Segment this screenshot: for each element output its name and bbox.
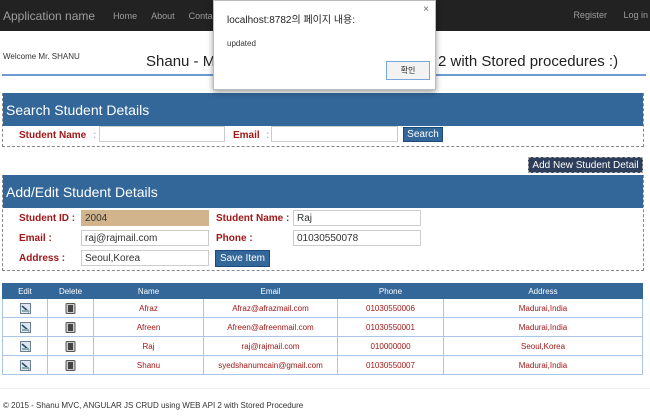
footer-divider <box>0 388 650 389</box>
student-id-label: Student ID : <box>19 213 76 224</box>
colon: : <box>93 130 97 141</box>
footer-text: © 2015 - Shanu MVC, ANGULAR JS CRUD usin… <box>3 401 304 410</box>
phone-label: Phone : <box>216 233 253 244</box>
search-name-label: Student Name <box>19 130 87 141</box>
email-cell: Afraz@afrazmail.com <box>203 298 338 318</box>
search-email-input[interactable] <box>271 126 398 142</box>
nav-about[interactable]: About <box>151 11 175 21</box>
name-cell: Shanu <box>93 355 204 375</box>
edit-cell <box>2 336 48 356</box>
email-input[interactable] <box>81 230 209 246</box>
add-new-student-button[interactable]: Add New Student Detail <box>528 157 643 173</box>
table-row: Shanu syedshanumcain@gmail.com 010305500… <box>2 355 643 375</box>
dialog-ok-button[interactable]: 확인 <box>386 61 430 80</box>
table-row: Raj raj@rajmail.com 010000000 Seoul,Kore… <box>2 336 643 356</box>
email-cell: Afreen@afreenmail.com <box>203 317 338 337</box>
email-cell: syedshanumcain@gmail.com <box>203 355 338 375</box>
address-cell: Seoul,Korea <box>443 336 643 356</box>
phone-cell: 01030550007 <box>337 355 444 375</box>
edit-icon[interactable] <box>19 302 31 314</box>
table-row: Afreen Afreen@afreenmail.com 01030550001… <box>2 317 643 337</box>
edit-icon[interactable] <box>19 359 31 371</box>
address-cell: Madurai,India <box>443 355 643 375</box>
add-edit-header: Add/Edit Student Details <box>3 175 643 208</box>
nav-login[interactable]: Log in <box>623 10 648 20</box>
phone-cell: 01030550001 <box>337 317 444 337</box>
name-cell: Afraz <box>93 298 204 318</box>
search-email-label: Email <box>233 130 260 141</box>
dialog-title: localhost:8782의 페이지 내용: <box>227 15 356 26</box>
edit-icon[interactable] <box>19 340 31 352</box>
nav-register[interactable]: Register <box>573 10 607 20</box>
edit-icon[interactable] <box>19 321 31 333</box>
dialog-message: updated <box>227 39 256 48</box>
student-name-input[interactable] <box>293 210 421 226</box>
phone-cell: 01030550006 <box>337 298 444 318</box>
delete-icon[interactable] <box>65 321 76 333</box>
search-button[interactable]: Search <box>403 127 443 142</box>
address-cell: Madurai,India <box>443 317 643 337</box>
student-id-input[interactable] <box>81 210 209 226</box>
col-name: Name <box>93 283 204 299</box>
col-address: Address <box>443 283 643 299</box>
col-edit: Edit <box>2 283 48 299</box>
phone-input[interactable] <box>293 230 421 246</box>
name-cell: Raj <box>93 336 204 356</box>
col-email: Email <box>203 283 338 299</box>
colon: : <box>266 130 270 141</box>
delete-cell <box>47 317 94 337</box>
page-title-right: 2 with Stored procedures :) <box>438 53 619 70</box>
delete-cell <box>47 355 94 375</box>
phone-cell: 010000000 <box>337 336 444 356</box>
delete-cell <box>47 298 94 318</box>
edit-cell <box>2 355 48 375</box>
student-name-label: Student Name : <box>216 213 290 224</box>
close-icon[interactable]: × <box>423 4 429 15</box>
col-phone: Phone <box>337 283 444 299</box>
email-label: Email : <box>19 233 52 244</box>
delete-icon[interactable] <box>65 340 76 352</box>
welcome-text: Welcome Mr. SHANU <box>3 52 80 61</box>
nav-home[interactable]: Home <box>113 11 137 21</box>
delete-icon[interactable] <box>65 359 76 371</box>
delete-icon[interactable] <box>65 302 76 314</box>
alert-dialog: localhost:8782의 페이지 내용: × updated 확인 <box>213 0 436 90</box>
search-header: Search Student Details <box>3 93 643 126</box>
col-delete: Delete <box>47 283 94 299</box>
table-row: Afraz Afraz@afrazmail.com 01030550006 Ma… <box>2 298 643 318</box>
edit-cell <box>2 317 48 337</box>
edit-cell <box>2 298 48 318</box>
search-panel: Search Student Details Student Name : Em… <box>2 93 644 147</box>
save-item-button[interactable]: Save Item <box>215 250 270 267</box>
email-cell: raj@rajmail.com <box>203 336 338 356</box>
name-cell: Afreen <box>93 317 204 337</box>
address-label: Address : <box>19 253 66 264</box>
address-input[interactable] <box>81 250 209 266</box>
delete-cell <box>47 336 94 356</box>
brand-link[interactable]: Application name <box>3 9 95 23</box>
search-name-input[interactable] <box>99 126 225 142</box>
address-cell: Madurai,India <box>443 298 643 318</box>
add-edit-panel: Add/Edit Student Details Student ID : St… <box>2 175 644 271</box>
students-table: Edit Delete Name Email Phone Address Afr… <box>2 283 643 375</box>
